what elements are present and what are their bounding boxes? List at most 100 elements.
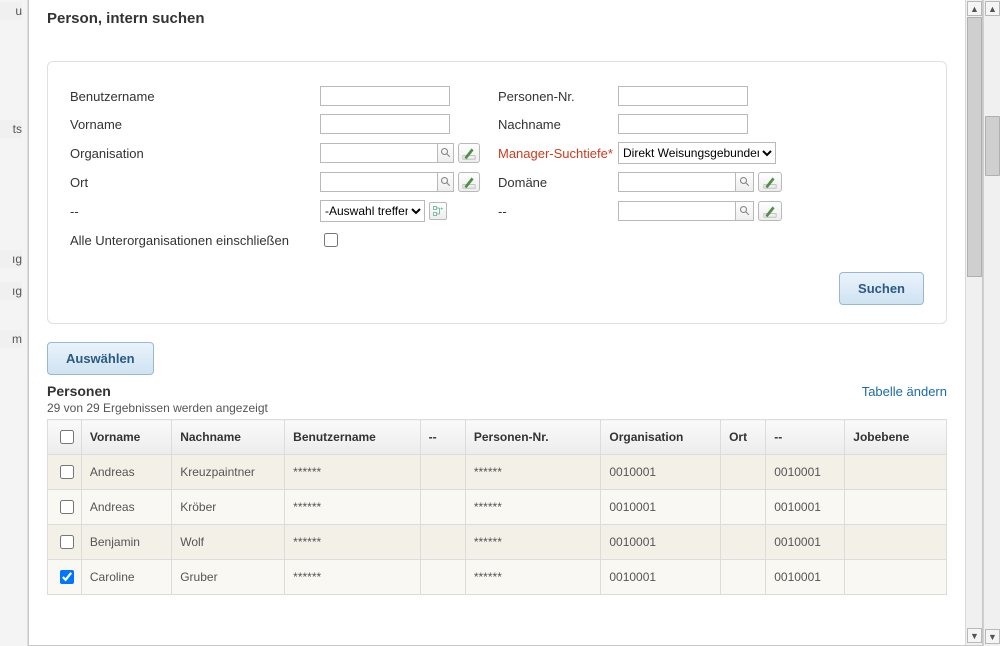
tree-add-button[interactable]: + — [429, 202, 447, 220]
cell-personen_nr: ****** — [465, 560, 601, 595]
label-dash-right: -- — [498, 204, 618, 219]
suchen-button[interactable]: Suchen — [839, 272, 924, 305]
domaene-edit-button[interactable] — [758, 172, 782, 192]
label-benutzername: Benutzername — [70, 89, 320, 104]
magnifier-icon — [739, 176, 751, 188]
dash-edit-button[interactable] — [758, 201, 782, 221]
input-personen-nr[interactable] — [618, 86, 748, 106]
pencil-icon — [763, 175, 777, 189]
row-checkbox[interactable] — [60, 465, 74, 479]
col-jobebene[interactable]: Jobebene — [845, 420, 947, 455]
scroll-up-arrow-icon[interactable]: ▲ — [985, 1, 1000, 16]
cell-vorname: Andreas — [81, 455, 171, 490]
dialog-scrollbar[interactable]: ▲ ▼ — [965, 0, 982, 645]
outer-scroll-thumb[interactable] — [985, 116, 1000, 176]
result-count: 29 von 29 Ergebnissen werden angezeigt — [47, 401, 965, 415]
col-organisation[interactable]: Organisation — [601, 420, 721, 455]
magnifier-icon — [739, 205, 751, 217]
cell-ort — [721, 455, 766, 490]
magnifier-icon — [440, 147, 452, 159]
input-domaene[interactable] — [618, 172, 736, 192]
row-checkbox[interactable] — [60, 570, 74, 584]
dialog-scroll-up-icon[interactable]: ▲ — [967, 1, 982, 16]
input-ort[interactable] — [320, 172, 438, 192]
select-all-checkbox[interactable] — [60, 430, 74, 444]
col-dash1[interactable]: -- — [420, 420, 465, 455]
cell-vorname: Caroline — [81, 560, 171, 595]
tabelle-aendern-link[interactable]: Tabelle ändern — [862, 384, 947, 399]
input-organisation[interactable] — [320, 143, 438, 163]
cell-dash2: 0010001 — [766, 455, 845, 490]
org-lookup-button[interactable] — [438, 143, 454, 163]
scroll-down-arrow-icon[interactable]: ▼ — [985, 629, 1000, 644]
ort-edit-button[interactable] — [458, 172, 480, 192]
cell-ort — [721, 490, 766, 525]
row-checkbox[interactable] — [60, 500, 74, 514]
domaene-lookup-button[interactable] — [736, 172, 754, 192]
auswaehlen-button[interactable]: Auswählen — [47, 342, 154, 375]
input-vorname[interactable] — [320, 114, 450, 134]
cell-nachname: Gruber — [172, 560, 285, 595]
cell-personen_nr: ****** — [465, 455, 601, 490]
table-row[interactable]: BenjaminWolf************00100010010001 — [48, 525, 947, 560]
col-checkbox-header[interactable] — [48, 420, 82, 455]
col-ort[interactable]: Ort — [721, 420, 766, 455]
label-manager-suchtiefe: Manager-Suchtiefe* — [498, 146, 618, 161]
input-dash-right[interactable] — [618, 201, 736, 221]
dialog-scroll-thumb[interactable] — [967, 17, 982, 277]
label-alle-unterorg: Alle Unterorganisationen einschließen — [70, 233, 320, 248]
row-checkbox-cell — [48, 525, 82, 560]
cell-nachname: Kreuzpaintner — [172, 455, 285, 490]
bg-fragment: ts — [0, 120, 22, 138]
pencil-icon — [763, 204, 777, 218]
cell-benutzername: ****** — [285, 490, 421, 525]
bg-fragment: m — [0, 330, 22, 348]
cell-personen_nr: ****** — [465, 490, 601, 525]
dialog-title: Person, intern suchen — [29, 0, 965, 27]
row-checkbox[interactable] — [60, 535, 74, 549]
bg-fragment: ıg — [0, 282, 22, 300]
input-nachname[interactable] — [618, 114, 748, 134]
dialog-scroll-down-icon[interactable]: ▼ — [967, 628, 982, 643]
input-benutzername[interactable] — [320, 86, 450, 106]
col-dash2[interactable]: -- — [766, 420, 845, 455]
row-checkbox-cell — [48, 490, 82, 525]
search-dialog: ▲ ▼ Person, intern suchen Benutzername P… — [28, 0, 983, 646]
cell-nachname: Wolf — [172, 525, 285, 560]
cell-dash1 — [420, 490, 465, 525]
cell-ort — [721, 525, 766, 560]
bg-fragment: ıg — [0, 250, 22, 268]
cell-benutzername: ****** — [285, 525, 421, 560]
org-edit-button[interactable] — [458, 143, 480, 163]
select-auswahl-treffen[interactable]: -Auswahl treffen- — [320, 200, 425, 222]
cell-dash1 — [420, 455, 465, 490]
checkbox-alle-unterorg[interactable] — [324, 233, 338, 247]
table-row[interactable]: AndreasKröber************00100010010001 — [48, 490, 947, 525]
tree-plus-icon: + — [432, 205, 444, 217]
label-vorname: Vorname — [70, 117, 320, 132]
cell-jobebene — [845, 490, 947, 525]
cell-personen_nr: ****** — [465, 525, 601, 560]
cell-organisation: 0010001 — [601, 560, 721, 595]
cell-benutzername: ****** — [285, 560, 421, 595]
cell-jobebene — [845, 455, 947, 490]
label-organisation: Organisation — [70, 146, 320, 161]
col-vorname[interactable]: Vorname — [81, 420, 171, 455]
dash-lookup-button[interactable] — [736, 201, 754, 221]
outer-scrollbar[interactable]: ▲ ▼ — [983, 0, 1000, 646]
cell-organisation: 0010001 — [601, 455, 721, 490]
filter-panel: Benutzername Personen-Nr. Vorname Nachna… — [47, 61, 947, 324]
cell-organisation: 0010001 — [601, 490, 721, 525]
col-benutzername[interactable]: Benutzername — [285, 420, 421, 455]
ort-lookup-button[interactable] — [438, 172, 454, 192]
cell-dash2: 0010001 — [766, 560, 845, 595]
section-title-personen: Personen — [47, 383, 111, 399]
table-row[interactable]: AndreasKreuzpaintner************00100010… — [48, 455, 947, 490]
label-nachname: Nachname — [498, 117, 618, 132]
col-personen-nr[interactable]: Personen-Nr. — [465, 420, 601, 455]
pencil-icon — [462, 175, 476, 189]
col-nachname[interactable]: Nachname — [172, 420, 285, 455]
table-row[interactable]: CarolineGruber************00100010010001 — [48, 560, 947, 595]
select-manager-suchtiefe[interactable]: Direkt Weisungsgebundener — [618, 142, 776, 164]
cell-vorname: Andreas — [81, 490, 171, 525]
